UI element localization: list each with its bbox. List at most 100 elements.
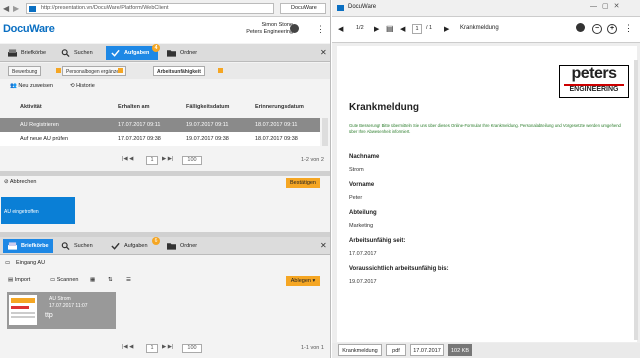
import-button[interactable]: ▤ Import [8,277,30,283]
preview-line [11,312,35,314]
footer-doc-name: Krankmeldung [338,344,382,356]
tab-briefkoerbe[interactable]: Briefkörbe [3,46,53,60]
sort-icon[interactable]: ⇅ [108,277,113,283]
tab-aufgaben[interactable]: Aufgaben 4 [106,44,160,60]
tab-suchen[interactable]: Suchen [56,46,100,60]
user-info[interactable]: Simon Stone Peters Engineering [233,22,293,36]
task-pager: |◀ ◀ 1 ▶ ▶| 100 1-2 von 2 [0,156,330,168]
document-icon[interactable]: ▤ [386,24,394,33]
viewer-tab-title: DocuWare [348,4,377,10]
doc-type: ttp [45,312,53,319]
page-size-select[interactable]: 100 [182,344,202,353]
cancel-icon: ⊘ [4,179,9,185]
window-controls[interactable]: —▢✕ [590,2,624,10]
close-icon[interactable]: ✕ [320,241,327,250]
tab-label: Briefkörbe [21,50,47,56]
task-count-badge: 4 [152,44,160,52]
user-avatar-icon[interactable] [290,24,299,33]
footer-type: pdf [386,344,406,356]
app-header: DocuWare Simon Stone Peters Engineering … [0,17,330,43]
tab-label: Aufgaben [124,50,150,56]
confirm-button[interactable]: Bestätigen [286,178,320,188]
reassign-button[interactable]: 👥 Neu zuweisen [10,83,53,89]
forward-icon[interactable]: ▶ [13,4,19,13]
tray-title: Eingang AU [16,260,46,266]
next-page-icon[interactable]: ▶ ▶| [162,344,173,350]
table-row[interactable]: Auf neue AU prüfen 17.07.2017 09:38 19.0… [0,132,320,146]
viewer-pane: DocuWare —▢✕ ◀ 1/2 ▶ ▤ ◀ 1 / 1 ▶ Krankme… [332,0,640,358]
document-page: peters ENGINEERING Krankmeldung Gute Bes… [337,46,637,342]
file-button[interactable]: Ablegen ▾ [286,276,320,286]
user-company: Peters Engineering [246,29,293,35]
doc-date: 17.07.2017 11:07 [49,303,88,309]
next-doc-icon[interactable]: ▶ [374,25,379,33]
page-input[interactable]: 1 [146,156,158,165]
history-button[interactable]: ⟲ Historie [70,83,95,89]
field-value: Marketing [349,223,374,229]
field-label: Abteilung [349,210,377,216]
tab-suchen[interactable]: Suchen [56,239,100,253]
page-input[interactable]: 1 [146,344,158,353]
close-icon[interactable]: ✕ [320,48,327,57]
page-total: / 1 [426,25,433,31]
subtab-label: Arbeitsunfähigkeit [157,69,201,75]
view-icon[interactable]: ▦ [90,277,95,283]
prev-doc-icon[interactable]: ◀ [338,25,343,33]
check-icon [111,49,120,57]
reassign-icon: 👥 [10,83,17,89]
first-page-icon[interactable]: |◀ ◀ [122,344,133,350]
prev-page-icon[interactable]: ◀ [400,25,405,33]
subtab-personalbogen[interactable]: Personalbogen ergänzen [62,66,126,76]
docuware-logo: DocuWare [3,23,55,35]
subtab-bewerbung[interactable]: Bewerbung [8,66,42,76]
tab-aufgaben[interactable]: Aufgaben 6 [106,237,160,253]
history-label: Historie [76,83,95,89]
more-icon[interactable]: ⋮ [624,23,633,34]
subtab-arbeitsunfaehigkeit[interactable]: Arbeitsunfähigkeit [153,66,205,76]
cancel-label: Abbrechen [9,179,37,185]
preview-bar [11,306,29,309]
scan-label: Scannen [56,277,79,283]
tray-icon [8,49,17,57]
browser-bar: ◀ ▶ http://presentation.vn/DocuWare/Plat… [0,0,330,17]
tray-title-bar: ▭ Eingang AU [0,257,330,270]
subtab-marker-icon [218,68,223,73]
document-thumbnail[interactable]: AU Strom 17.07.2017 11:07 ttp [7,292,116,329]
zoom-in-icon[interactable]: + [607,24,617,34]
next-page-icon[interactable]: ▶ ▶| [162,156,173,162]
table-scrollbar[interactable] [322,118,328,146]
cell-reminder: 18.07.2017 09:11 [255,122,298,128]
search-icon [61,49,70,57]
cancel-button[interactable]: ⊘ Abbrechen [4,179,36,185]
field-label: Nachname [349,154,380,160]
table-row[interactable]: AU Registrieren 17.07.2017 09:11 19.07.2… [0,118,320,132]
next-page-icon[interactable]: ▶ [444,25,449,33]
tab-briefkoerbe[interactable]: Briefkörbe [3,239,53,253]
url-field[interactable]: http://presentation.vn/DocuWare/Platform… [26,3,274,14]
preview-line [11,316,35,318]
browser-tab[interactable]: DocuWare [280,3,326,14]
result-count: 1-1 von 1 [301,345,324,351]
tab-label: Aufgaben [124,243,148,249]
database-icon[interactable]: ☰ [126,277,131,283]
tab-ordner[interactable]: Ordner [162,46,206,60]
tray-toolbar: ▤ Import ▭ Scannen ▦ ⇅ ☰ Ablegen ▾ [0,274,330,289]
tab-ordner[interactable]: Ordner [162,239,206,253]
footer-date: 17.07.2017 [410,344,444,356]
column-header[interactable]: Erinnerungsdatum [255,104,304,110]
viewer-doc-name: Krankmeldung [460,25,499,31]
back-icon[interactable]: ◀ [3,4,9,13]
field-label: Voraussichtlich arbeitsunfähig bis: [349,266,449,272]
page-size-select[interactable]: 100 [182,156,202,165]
selected-task-item[interactable]: AU eingetroffen [1,197,75,224]
user-icon[interactable] [576,23,585,32]
scan-button[interactable]: ▭ Scannen [50,277,78,283]
viewer-scrollbar[interactable] [634,60,638,340]
page-input[interactable]: 1 [412,24,422,34]
zoom-out-icon[interactable]: − [592,24,602,34]
column-header[interactable]: Erhalten am [118,104,149,110]
more-icon[interactable]: ⋮ [316,24,325,35]
column-header[interactable]: Fälligkeitsdatum [186,104,229,110]
first-page-icon[interactable]: |◀ ◀ [122,156,133,162]
column-header[interactable]: Aktivität [20,104,42,110]
